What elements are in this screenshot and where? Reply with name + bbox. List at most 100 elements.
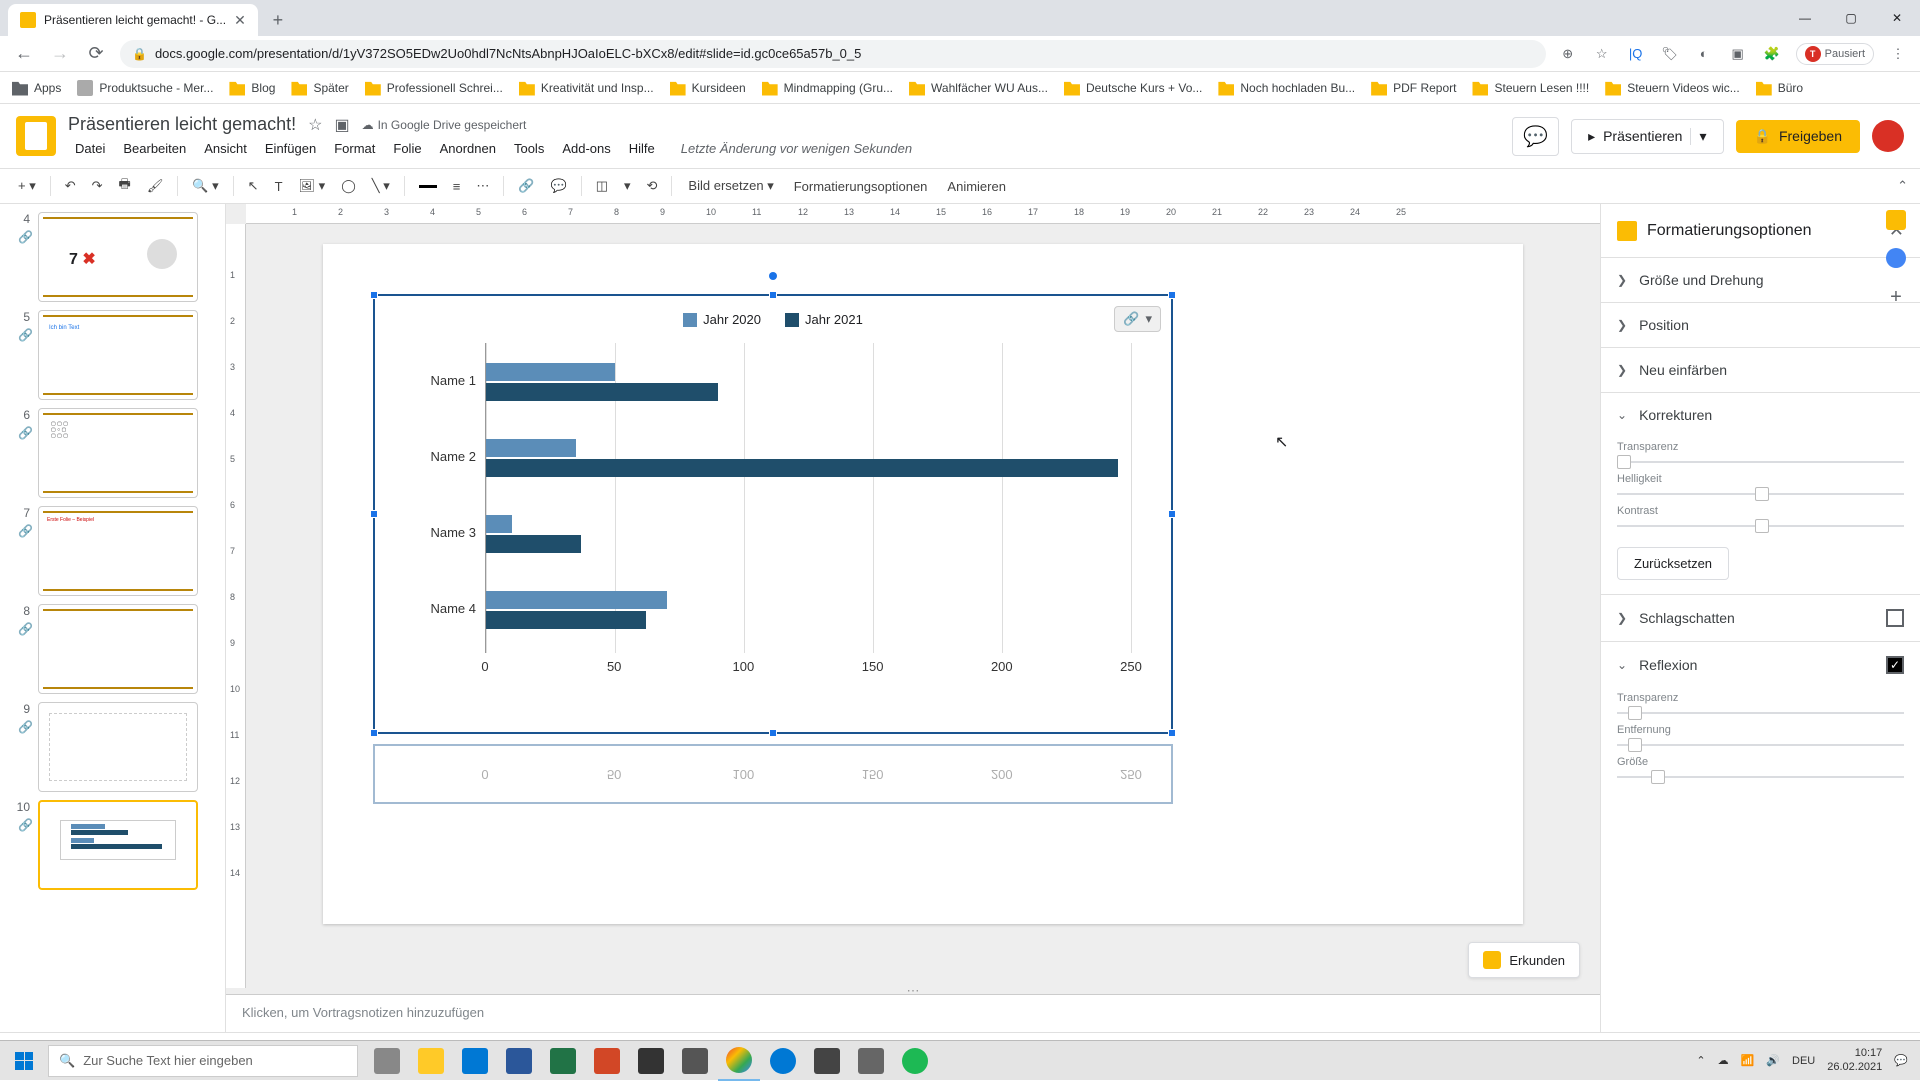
menu-addons[interactable]: Add-ons bbox=[555, 139, 617, 158]
explorer-icon[interactable] bbox=[410, 1041, 452, 1081]
menu-folie[interactable]: Folie bbox=[386, 139, 428, 158]
menu-einfuegen[interactable]: Einfügen bbox=[258, 139, 323, 158]
refl-transparency-slider[interactable] bbox=[1617, 712, 1904, 714]
new-slide-button[interactable]: + ▾ bbox=[12, 174, 42, 198]
border-weight[interactable]: ≡ bbox=[447, 175, 467, 198]
menu-tools[interactable]: Tools bbox=[507, 139, 551, 158]
bookmark-item[interactable]: PDF Report bbox=[1371, 80, 1456, 96]
redo-button[interactable]: ↷ bbox=[86, 174, 109, 198]
tasks-icon[interactable] bbox=[1886, 248, 1906, 268]
zoom-button[interactable]: 🔍 ▾ bbox=[186, 174, 224, 198]
resize-handle[interactable] bbox=[370, 291, 378, 299]
bookmark-item[interactable]: Später bbox=[291, 80, 348, 96]
animate-button[interactable]: Animieren bbox=[939, 175, 1014, 198]
spotify-icon[interactable] bbox=[894, 1041, 936, 1081]
maximize-button[interactable]: ▢ bbox=[1828, 0, 1874, 36]
menu-hilfe[interactable]: Hilfe bbox=[622, 139, 662, 158]
extension-icon[interactable]: |Q bbox=[1626, 44, 1646, 64]
url-input[interactable]: 🔒 docs.google.com/presentation/d/1yV372S… bbox=[120, 40, 1546, 68]
menu-format[interactable]: Format bbox=[327, 139, 382, 158]
refl-size-slider[interactable] bbox=[1617, 776, 1904, 778]
paint-button[interactable]: 🖌 bbox=[141, 174, 170, 198]
share-button[interactable]: 🔒 Freigeben bbox=[1736, 120, 1860, 153]
slide-thumb-6[interactable]: ▢ ▢ ▢▢ ○ ▢▢ ▢ ▢ bbox=[38, 408, 198, 498]
language-indicator[interactable]: DEU bbox=[1792, 1055, 1815, 1067]
textbox-tool[interactable]: T bbox=[269, 175, 289, 198]
resize-handle[interactable] bbox=[370, 729, 378, 737]
shadow-checkbox[interactable] bbox=[1886, 609, 1904, 627]
reflection-checkbox[interactable]: ✓ bbox=[1886, 656, 1904, 674]
bookmark-item[interactable]: Produktsuche - Mer... bbox=[77, 80, 213, 96]
section-position[interactable]: ❯Position bbox=[1617, 317, 1904, 333]
wifi-icon[interactable]: 📶 bbox=[1741, 1054, 1755, 1067]
bookmark-item[interactable]: Büro bbox=[1756, 80, 1803, 96]
replace-image-button[interactable]: Bild ersetzen ▾ bbox=[680, 174, 781, 198]
profile-pause-badge[interactable]: TPausiert bbox=[1796, 43, 1874, 65]
volume-icon[interactable]: 🔊 bbox=[1766, 1054, 1780, 1067]
rotation-handle[interactable] bbox=[769, 272, 777, 280]
extension-icon[interactable]: 🏷 bbox=[1660, 44, 1680, 64]
resize-handle[interactable] bbox=[1168, 729, 1176, 737]
border-dash[interactable]: ⋯ bbox=[470, 174, 495, 198]
onedrive-icon[interactable]: ☁ bbox=[1718, 1054, 1729, 1067]
bookmark-item[interactable]: Blog bbox=[229, 80, 275, 96]
shape-tool[interactable]: ◯ bbox=[335, 174, 362, 198]
bookmark-item[interactable]: Professionell Schrei... bbox=[365, 80, 503, 96]
bookmark-item[interactable]: Noch hochladen Bu... bbox=[1218, 80, 1355, 96]
edge-icon[interactable] bbox=[454, 1041, 496, 1081]
extensions-icon[interactable]: 🧩 bbox=[1762, 44, 1782, 64]
bookmark-item[interactable]: Steuern Lesen !!!! bbox=[1472, 80, 1589, 96]
border-color[interactable] bbox=[413, 181, 443, 192]
section-reflection[interactable]: ⌄Reflexion✓ bbox=[1617, 656, 1904, 674]
app-icon[interactable] bbox=[630, 1041, 672, 1081]
resize-handle[interactable] bbox=[1168, 291, 1176, 299]
edge2-icon[interactable] bbox=[762, 1041, 804, 1081]
new-tab-button[interactable]: + bbox=[264, 6, 292, 34]
powerpoint-icon[interactable] bbox=[586, 1041, 628, 1081]
section-shadow[interactable]: ❯Schlagschatten bbox=[1617, 609, 1904, 627]
slide-thumb-4[interactable]: 7 ✖ bbox=[38, 212, 198, 302]
resize-handle[interactable] bbox=[769, 729, 777, 737]
minimize-button[interactable]: — bbox=[1782, 0, 1828, 36]
bookmark-item[interactable]: Mindmapping (Gru... bbox=[762, 80, 893, 96]
section-recolor[interactable]: ❯Neu einfärben bbox=[1617, 362, 1904, 378]
select-tool[interactable]: ↖ bbox=[242, 174, 265, 198]
tray-chevron-icon[interactable]: ⌃ bbox=[1696, 1054, 1705, 1067]
slide-thumbnails[interactable]: 4🔗7 ✖ 5🔗Ich bin Text 6🔗▢ ▢ ▢▢ ○ ▢▢ ▢ ▢ 7… bbox=[0, 204, 226, 1032]
bookmark-item[interactable]: Kreativität und Insp... bbox=[519, 80, 654, 96]
move-icon[interactable]: ▣ bbox=[334, 115, 349, 135]
app-icon[interactable] bbox=[674, 1041, 716, 1081]
bookmark-item[interactable]: Wahlfächer WU Aus... bbox=[909, 80, 1048, 96]
back-button[interactable]: ← bbox=[12, 42, 36, 66]
contrast-slider[interactable] bbox=[1617, 525, 1904, 527]
slides-logo[interactable] bbox=[16, 116, 56, 156]
app-icon[interactable] bbox=[806, 1041, 848, 1081]
avatar[interactable] bbox=[1872, 120, 1904, 152]
chart-object[interactable]: 🔗 ▾ Jahr 2020Jahr 2021 Name 1Name 2Name … bbox=[373, 294, 1173, 734]
resize-handle[interactable] bbox=[370, 510, 378, 518]
menu-anordnen[interactable]: Anordnen bbox=[433, 139, 503, 158]
resize-handle[interactable] bbox=[1168, 510, 1176, 518]
slide-thumb-7[interactable]: Erste Folie – Beispiel bbox=[38, 506, 198, 596]
slide-thumb-9[interactable] bbox=[38, 702, 198, 792]
resize-handle[interactable] bbox=[769, 291, 777, 299]
extension-icon[interactable]: ▣ bbox=[1728, 44, 1748, 64]
app-icon[interactable] bbox=[850, 1041, 892, 1081]
taskbar-search[interactable]: 🔍 Zur Suche Text hier eingeben bbox=[48, 1045, 358, 1077]
keep-icon[interactable] bbox=[1886, 210, 1906, 230]
section-adjustments[interactable]: ⌄Korrekturen bbox=[1617, 407, 1904, 423]
menu-ansicht[interactable]: Ansicht bbox=[197, 139, 254, 158]
menu-datei[interactable]: Datei bbox=[68, 139, 112, 158]
format-options-button[interactable]: Formatierungsoptionen bbox=[786, 175, 936, 198]
apps-button[interactable]: Apps bbox=[12, 80, 61, 96]
chrome-icon[interactable] bbox=[718, 1041, 760, 1081]
transparency-slider[interactable] bbox=[1617, 461, 1904, 463]
present-button[interactable]: ▸ Präsentieren ▾ bbox=[1571, 119, 1723, 154]
chart-link-icon[interactable]: 🔗 ▾ bbox=[1114, 306, 1161, 332]
last-edit[interactable]: Letzte Änderung vor wenigen Sekunden bbox=[674, 139, 919, 158]
word-icon[interactable] bbox=[498, 1041, 540, 1081]
bookmark-item[interactable]: Deutsche Kurs + Vo... bbox=[1064, 80, 1202, 96]
refl-distance-slider[interactable] bbox=[1617, 744, 1904, 746]
line-tool[interactable]: ╲ ▾ bbox=[366, 174, 396, 198]
bookmark-star-icon[interactable]: ☆ bbox=[1592, 44, 1612, 64]
